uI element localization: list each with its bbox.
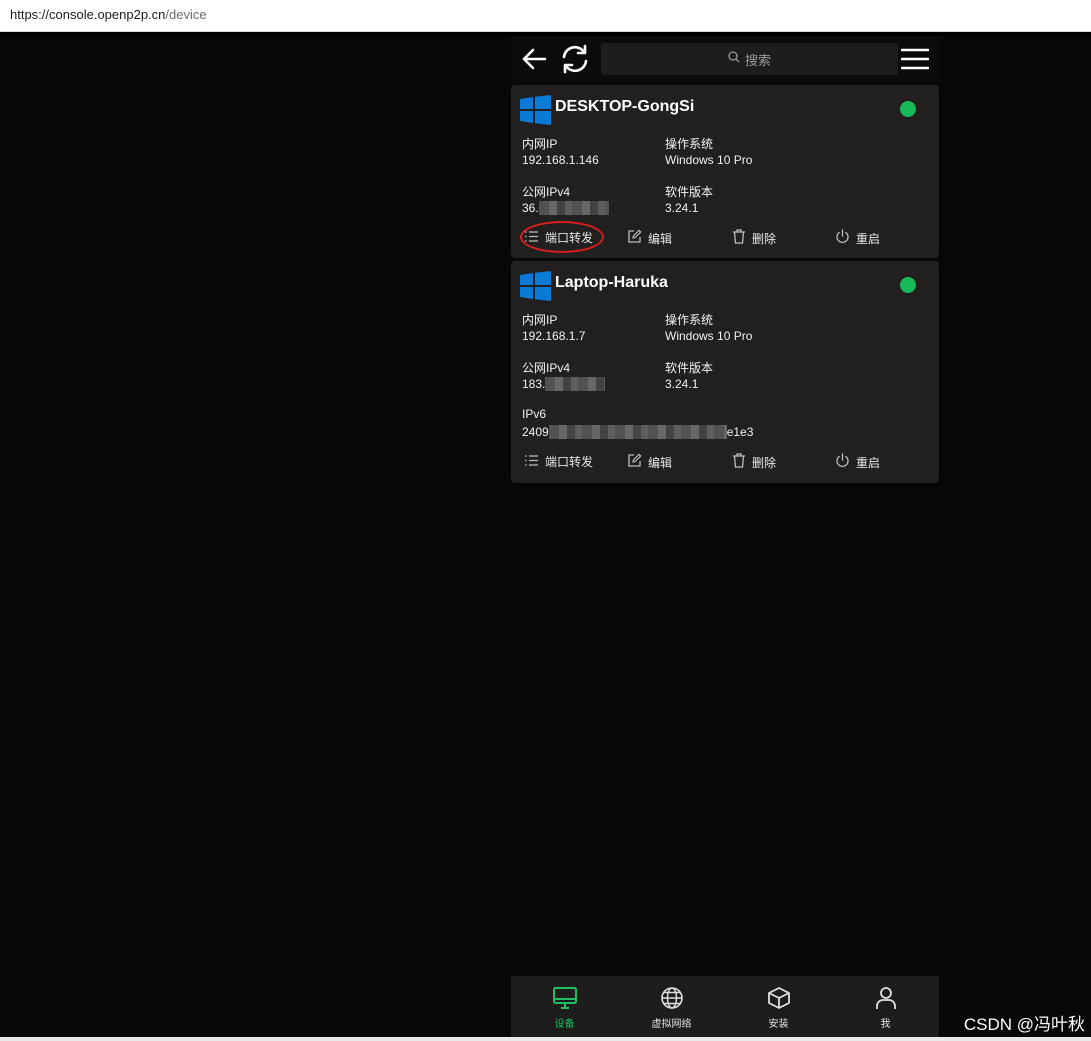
online-status-dot xyxy=(900,277,916,293)
lan-ip-label: 内网IP xyxy=(522,313,558,327)
app-frame: 搜索 DESKTOP-GongSi 内网IP 192.168.1.146 操作系… xyxy=(511,36,939,1037)
delete-button[interactable]: 删除 xyxy=(732,229,776,247)
hamburger-menu-icon[interactable] xyxy=(900,48,930,74)
browser-address-bar[interactable]: https://console.openp2p.cn/device xyxy=(0,0,1091,32)
restart-button[interactable]: 重启 xyxy=(835,229,880,247)
bottom-border xyxy=(0,1037,1091,1041)
os-value: Windows 10 Pro xyxy=(665,153,753,167)
tab-virtual-network[interactable]: 虚拟网络 xyxy=(618,976,725,1037)
ipv6-label: IPv6 xyxy=(522,407,547,421)
os-value: Windows 10 Pro xyxy=(665,329,753,343)
redacted-mask xyxy=(538,201,609,215)
monitor-icon xyxy=(552,986,578,1013)
wan-ip-value: 36. xyxy=(522,201,609,215)
wan-ip-label: 公网IPv4 xyxy=(522,361,571,375)
trash-icon xyxy=(732,229,746,247)
os-label: 操作系统 xyxy=(665,313,714,327)
box-icon xyxy=(766,986,792,1013)
redacted-mask xyxy=(545,377,606,391)
windows-logo-icon xyxy=(520,271,551,305)
refresh-icon[interactable] xyxy=(559,43,591,79)
edit-icon xyxy=(627,453,642,471)
user-icon xyxy=(873,986,899,1013)
online-status-dot xyxy=(900,101,916,117)
version-value: 3.24.1 xyxy=(665,377,699,391)
edit-button[interactable]: 编辑 xyxy=(627,229,672,247)
delete-button[interactable]: 删除 xyxy=(732,453,776,471)
version-label: 软件版本 xyxy=(665,361,714,375)
arrow-left-icon[interactable] xyxy=(521,47,547,75)
globe-icon xyxy=(659,986,685,1013)
lan-ip-label: 内网IP xyxy=(522,137,558,151)
watermark: CSDN @冯叶秋 xyxy=(963,1015,1085,1034)
tab-install[interactable]: 安装 xyxy=(725,976,832,1037)
power-icon xyxy=(835,453,850,471)
trash-icon xyxy=(732,453,746,471)
redacted-mask xyxy=(548,425,727,439)
device-name: DESKTOP-GongSi xyxy=(555,98,695,115)
card-actions: 端口转发 编辑 删除 重启 xyxy=(511,221,939,253)
edit-icon xyxy=(627,229,642,247)
lan-ip-value: 192.168.1.146 xyxy=(522,153,599,167)
windows-logo-icon xyxy=(520,95,551,129)
device-card[interactable]: Laptop-Haruka 内网IP 192.168.1.7 操作系统 Wind… xyxy=(511,261,939,483)
top-bar: 搜索 xyxy=(511,36,939,82)
search-placeholder: 搜索 xyxy=(744,53,771,69)
bottom-nav: 设备 虚拟网络 安装 我 xyxy=(511,976,939,1037)
wan-ip-value: 183. xyxy=(522,377,606,391)
port-forward-button[interactable]: 端口转发 xyxy=(524,453,593,470)
version-value: 3.24.1 xyxy=(665,201,699,215)
ipv6-value: 2409 e1e3 xyxy=(522,425,754,439)
card-actions: 端口转发 编辑 删除 重启 xyxy=(511,453,939,473)
power-icon xyxy=(835,229,850,247)
tab-devices[interactable]: 设备 xyxy=(511,976,618,1037)
version-label: 软件版本 xyxy=(665,185,714,199)
port-forward-button[interactable]: 端口转发 xyxy=(524,229,593,246)
search-icon xyxy=(728,51,740,67)
list-icon xyxy=(524,230,539,246)
list-icon xyxy=(524,454,539,470)
restart-button[interactable]: 重启 xyxy=(835,453,880,471)
lan-ip-value: 192.168.1.7 xyxy=(522,329,586,343)
device-card[interactable]: DESKTOP-GongSi 内网IP 192.168.1.146 操作系统 W… xyxy=(511,85,939,258)
tab-me[interactable]: 我 xyxy=(832,976,939,1037)
device-name: Laptop-Haruka xyxy=(555,274,668,291)
search-input[interactable]: 搜索 xyxy=(601,43,898,75)
edit-button[interactable]: 编辑 xyxy=(627,453,672,471)
wan-ip-label: 公网IPv4 xyxy=(522,185,571,199)
url-text[interactable]: https://console.openp2p.cn/device xyxy=(10,7,207,22)
os-label: 操作系统 xyxy=(665,137,714,151)
